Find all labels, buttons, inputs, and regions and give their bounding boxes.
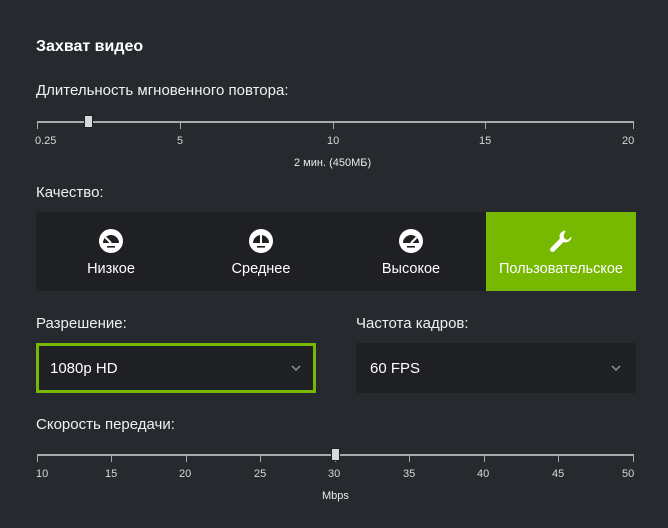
gauge-medium-icon (249, 229, 273, 253)
slider-tick (633, 121, 634, 129)
tick-label: 45 (552, 468, 565, 480)
tick-label: 10 (327, 135, 340, 147)
bitrate-label: Скорость передачи: (36, 416, 175, 433)
tick-label: 30 (328, 468, 341, 480)
quality-option-custom[interactable]: Пользовательское (486, 212, 636, 291)
tick-label: 20 (179, 468, 192, 480)
framerate-dropdown[interactable]: 60 FPS (356, 343, 636, 393)
resolution-value: 1080p HD (50, 359, 118, 377)
slider-tick (333, 121, 334, 129)
resolution-label: Разрешение: (36, 315, 127, 332)
gauge-low-icon (99, 229, 123, 253)
quality-selector[interactable]: Низкое Среднее Высокое Пользовательское (36, 212, 636, 291)
section-title: Захват видео (36, 38, 144, 55)
replay-length-label: Длительность мгновенного повтора: (36, 82, 289, 99)
tick-label: 10 (36, 468, 49, 480)
wrench-icon (550, 230, 572, 252)
replay-length-slider[interactable]: 0.25 5 10 15 20 (35, 115, 635, 161)
tick-label: 20 (622, 135, 635, 147)
resolution-dropdown[interactable]: 1080p HD (36, 343, 316, 393)
tick-label: 0.25 (35, 135, 57, 147)
slider-tick (260, 454, 261, 462)
slider-tick (558, 454, 559, 462)
gauge-high-icon (399, 229, 423, 253)
tick-label: 40 (477, 468, 490, 480)
slider-tick (409, 454, 410, 462)
tick-label: 25 (254, 468, 267, 480)
slider-track (37, 121, 634, 123)
slider-tick (37, 454, 38, 462)
tick-label: 50 (622, 468, 635, 480)
framerate-value: 60 FPS (370, 359, 421, 377)
slider-tick (111, 454, 112, 462)
tick-label: 15 (479, 135, 492, 147)
quality-option-medium[interactable]: Среднее (186, 212, 336, 291)
chevron-down-icon (291, 365, 301, 372)
tick-label: 5 (177, 135, 184, 147)
quality-label: Качество: (36, 184, 104, 201)
slider-tick (485, 121, 486, 129)
quality-option-high[interactable]: Высокое (336, 212, 486, 291)
framerate-label: Частота кадров: (356, 315, 469, 332)
bitrate-unit: Mbps (322, 490, 349, 502)
tick-label: 15 (105, 468, 118, 480)
replay-length-value: 2 мин. (450МБ) (294, 157, 372, 169)
quality-option-label: Пользовательское (499, 261, 623, 277)
slider-tick (180, 121, 181, 129)
quality-option-label: Низкое (87, 261, 135, 277)
slider-tick (37, 121, 38, 129)
quality-option-label: Среднее (231, 261, 291, 277)
tick-label: 35 (403, 468, 416, 480)
slider-tick (633, 454, 634, 462)
quality-option-label: Высокое (381, 261, 441, 277)
slider-tick (186, 454, 187, 462)
chevron-down-icon (611, 365, 621, 372)
quality-option-low[interactable]: Низкое (36, 212, 186, 291)
slider-thumb[interactable] (331, 448, 340, 461)
bitrate-slider[interactable]: 10 15 20 25 30 35 40 45 50 (36, 448, 635, 494)
slider-thumb[interactable] (84, 115, 93, 128)
slider-tick (484, 454, 485, 462)
